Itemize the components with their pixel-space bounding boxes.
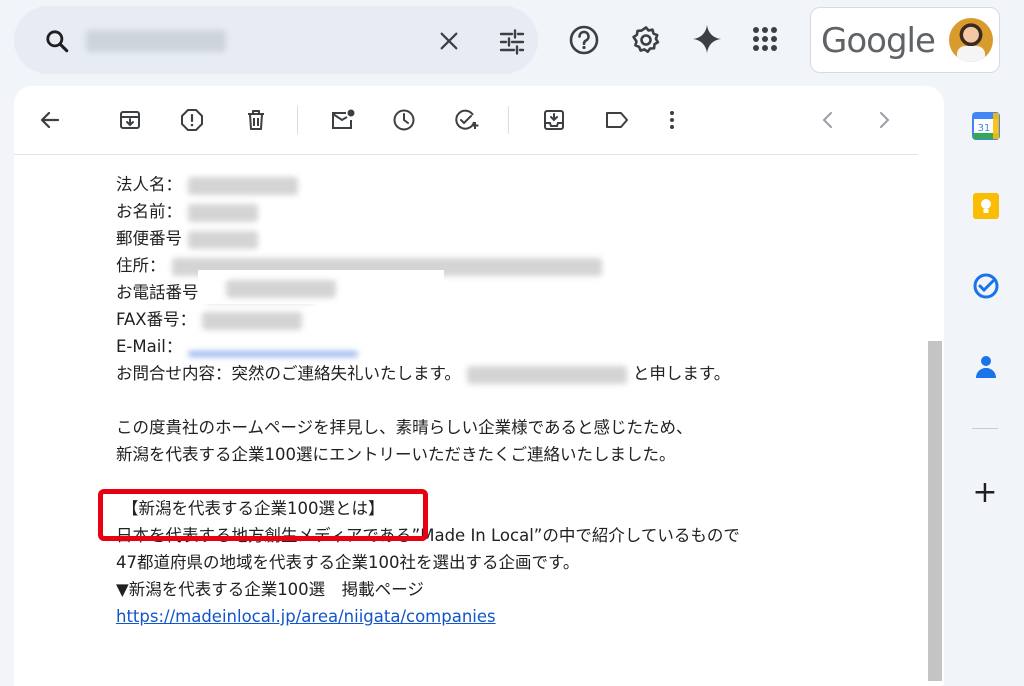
archive-icon[interactable] (118, 108, 142, 132)
label-icon[interactable] (604, 108, 628, 132)
paragraph: この度貴社のホームページを拝見し、素晴らしい企業様であると感じたため、 (116, 418, 693, 437)
older-icon[interactable] (816, 108, 840, 132)
apps-icon[interactable] (750, 24, 780, 58)
toolbar-divider (508, 106, 509, 134)
field-corp: 法人名： (116, 171, 740, 198)
redacted-value (202, 311, 303, 330)
search-icon[interactable] (44, 28, 70, 58)
field-zip: 郵便番号 (116, 225, 740, 252)
more-icon[interactable] (660, 108, 684, 132)
search-options-icon[interactable] (498, 29, 526, 59)
svg-text:31: 31 (978, 123, 991, 134)
newer-icon[interactable] (872, 108, 896, 132)
close-icon[interactable] (438, 30, 460, 56)
field-fax: FAX番号： (116, 306, 740, 333)
google-logo: Google (821, 21, 936, 61)
field-inquiry: お問合せ内容：突然のご連絡失礼いたします。 と申します。 (116, 364, 731, 384)
redacted-value (188, 230, 258, 249)
message-body: 法人名： お名前： 郵便番号 住所： お電話番号 FAX番号： E-Mail： … (116, 171, 740, 630)
calendar-icon[interactable]: 31 (972, 112, 1000, 140)
companies-link[interactable]: https://madeinlocal.jp/area/niigata/comp… (116, 607, 496, 626)
help-icon[interactable] (568, 24, 600, 60)
paragraph: 新潟を代表する企業100選にエントリーいただきたくご連絡いたしました。 (116, 445, 676, 464)
add-task-icon[interactable] (454, 108, 479, 132)
redacted-email-link[interactable] (188, 350, 359, 357)
paragraph: ▼新潟を代表する企業100選 掲載ページ (116, 580, 424, 599)
message-toolbar (14, 86, 944, 154)
report-spam-icon[interactable] (180, 108, 204, 132)
field-name: お名前： (116, 198, 740, 225)
rail-divider (972, 428, 998, 429)
search-input[interactable]: ████████ (86, 30, 226, 52)
move-to-icon[interactable] (542, 108, 566, 132)
toolbar-divider (14, 154, 918, 155)
settings-icon[interactable] (630, 24, 662, 60)
redacted-value (466, 365, 627, 384)
scrollbar[interactable] (928, 341, 942, 681)
highlight-box (98, 489, 428, 541)
search-bar[interactable]: ████████ (14, 6, 538, 74)
add-addon-icon[interactable]: + (972, 478, 998, 508)
side-panel: 31 + (960, 0, 1024, 663)
back-icon[interactable] (38, 108, 62, 132)
delete-icon[interactable] (244, 108, 268, 132)
paragraph: https://madeinlocal.jp/area/niigata/comp… (116, 603, 740, 630)
paragraph: 47都道府県の地域を代表する企業100社を選出する企画です。 (116, 553, 580, 572)
gemini-icon[interactable] (692, 24, 722, 58)
tasks-icon[interactable] (972, 272, 999, 299)
keep-icon[interactable] (972, 192, 999, 219)
toolbar-divider (297, 106, 298, 134)
redacted-value (188, 176, 298, 195)
redacted-value (188, 203, 258, 222)
field-email: E-Mail： (116, 333, 740, 360)
snooze-icon[interactable] (392, 108, 416, 132)
contacts-icon[interactable] (972, 352, 998, 378)
redacted-value (226, 280, 336, 298)
mark-unread-icon[interactable] (330, 108, 355, 132)
